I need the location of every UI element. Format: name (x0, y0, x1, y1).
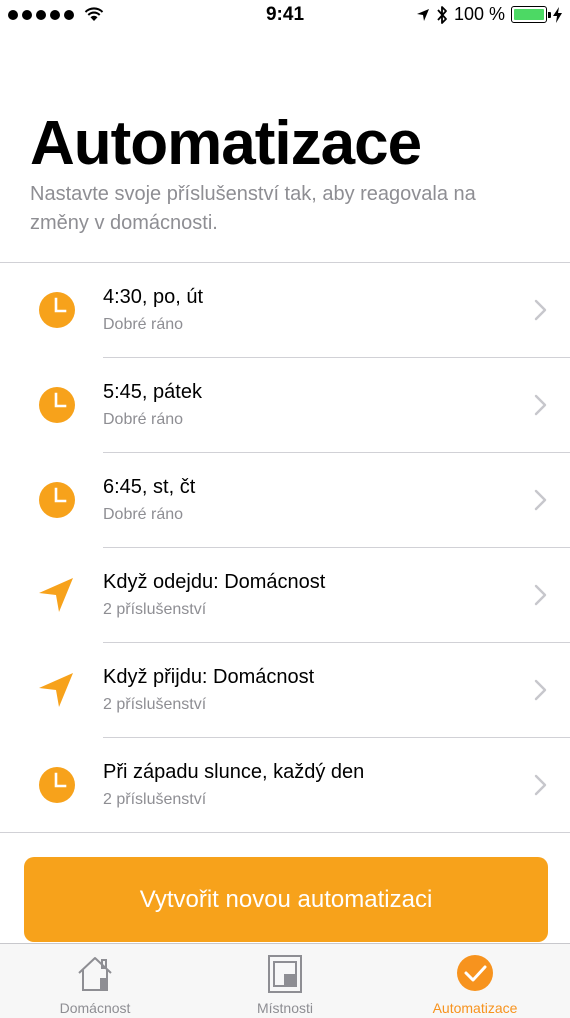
page-subtitle: Nastavte svoje příslušenství tak, aby re… (30, 183, 476, 234)
automation-title: Když přijdu: Domácnost (103, 666, 315, 688)
automation-subtitle: Dobré ráno (103, 506, 184, 523)
bluetooth-icon (437, 5, 447, 24)
automation-subtitle: Dobré ráno (103, 411, 184, 428)
battery-level (514, 9, 544, 20)
tab-rooms[interactable]: Místnosti (190, 944, 380, 1018)
clock-icon (39, 387, 75, 423)
automation-subtitle: 2 příslušenství (103, 601, 207, 618)
automation-title: Při západu slunce, každý den (103, 761, 365, 783)
automation-row[interactable]: Když odejdu: Domácnost 2 příslušenství (0, 548, 570, 643)
chevron-right-icon (534, 584, 547, 606)
status-bar: 9:41 100 % (0, 0, 570, 30)
chevron-right-icon (534, 299, 547, 321)
location-arrow-icon (416, 8, 429, 21)
automation-title: Když odejdu: Domácnost (103, 571, 326, 593)
page-title: Automatizace (30, 109, 422, 178)
battery-percent: 100 % (453, 4, 505, 24)
location-icon (39, 673, 73, 707)
automation-row[interactable]: 6:45, st, čt Dobré ráno (0, 453, 570, 548)
automation-row[interactable]: 4:30, po, út Dobré ráno (0, 263, 570, 358)
tab-home[interactable]: Domácnost (0, 944, 190, 1018)
automation-row[interactable]: 5:45, pátek Dobré ráno (0, 358, 570, 453)
automation-row[interactable]: Když přijdu: Domácnost 2 příslušenství (0, 643, 570, 738)
automation-row[interactable]: Při západu slunce, každý den 2 příslušens… (0, 738, 570, 833)
automation-title: 6:45, st, čt (103, 476, 196, 498)
tab-automation[interactable]: Automatizace (380, 944, 570, 1018)
tab-label: Automatizace (432, 1000, 518, 1016)
clock-icon (39, 767, 75, 803)
home-icon (78, 957, 112, 991)
tab-bar: Domácnost Místnosti Automatizace (0, 943, 570, 1018)
automation-subtitle: Dobré ráno (103, 316, 184, 333)
tab-label: Místnosti (256, 1000, 313, 1016)
chevron-right-icon (534, 774, 547, 796)
chevron-right-icon (534, 679, 547, 701)
location-icon (39, 578, 73, 612)
battery-icon (511, 6, 551, 23)
chevron-right-icon (534, 489, 547, 511)
rooms-icon (268, 955, 302, 993)
charging-icon (553, 6, 562, 23)
automation-title: 4:30, po, út (103, 286, 204, 308)
automation-subtitle: 2 příslušenství (103, 696, 207, 713)
clock-icon (39, 482, 75, 518)
automation-icon (457, 955, 493, 991)
clock-icon (39, 292, 75, 328)
automation-title: 5:45, pátek (103, 381, 202, 403)
automation-subtitle: 2 příslušenství (103, 791, 207, 808)
chevron-right-icon (534, 394, 547, 416)
tab-label: Domácnost (59, 1000, 131, 1016)
automation-list: 4:30, po, út Dobré ráno 5:45, pátek Dobré r… (0, 262, 570, 833)
create-automation-button[interactable]: Vytvořit novou automatizaci (24, 857, 548, 942)
